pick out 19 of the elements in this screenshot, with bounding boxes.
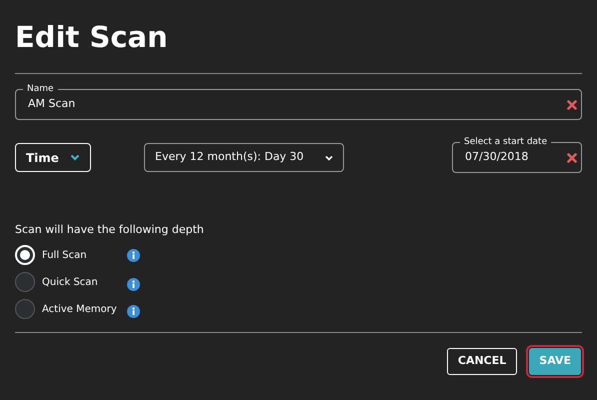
info-icon[interactable] [127, 278, 140, 291]
depth-prompt: Scan will have the following depth [15, 223, 205, 237]
option-label: Active Memory [42, 302, 118, 316]
dialog-title: Edit Scan [15, 19, 169, 56]
option-label: Full Scan [42, 248, 88, 262]
radio-button[interactable] [15, 272, 35, 292]
clear-icon[interactable] [567, 152, 577, 162]
field-value: 07/30/2018 [465, 149, 530, 166]
frequency-dropdown[interactable]: Every 12 month(s): Day 30 [144, 143, 344, 172]
time-dropdown[interactable]: Time [15, 143, 91, 172]
chevron-icon [70, 154, 80, 161]
option-label: Quick Scan [42, 276, 99, 290]
cancel-button[interactable]: CANCEL [446, 348, 518, 375]
radio-button[interactable] [15, 299, 35, 319]
clear-icon[interactable] [567, 100, 577, 110]
field-value: AM Scan [28, 96, 76, 112]
chevron-icon [325, 154, 333, 160]
info-icon[interactable] [127, 305, 140, 318]
info-icon[interactable] [127, 248, 140, 262]
